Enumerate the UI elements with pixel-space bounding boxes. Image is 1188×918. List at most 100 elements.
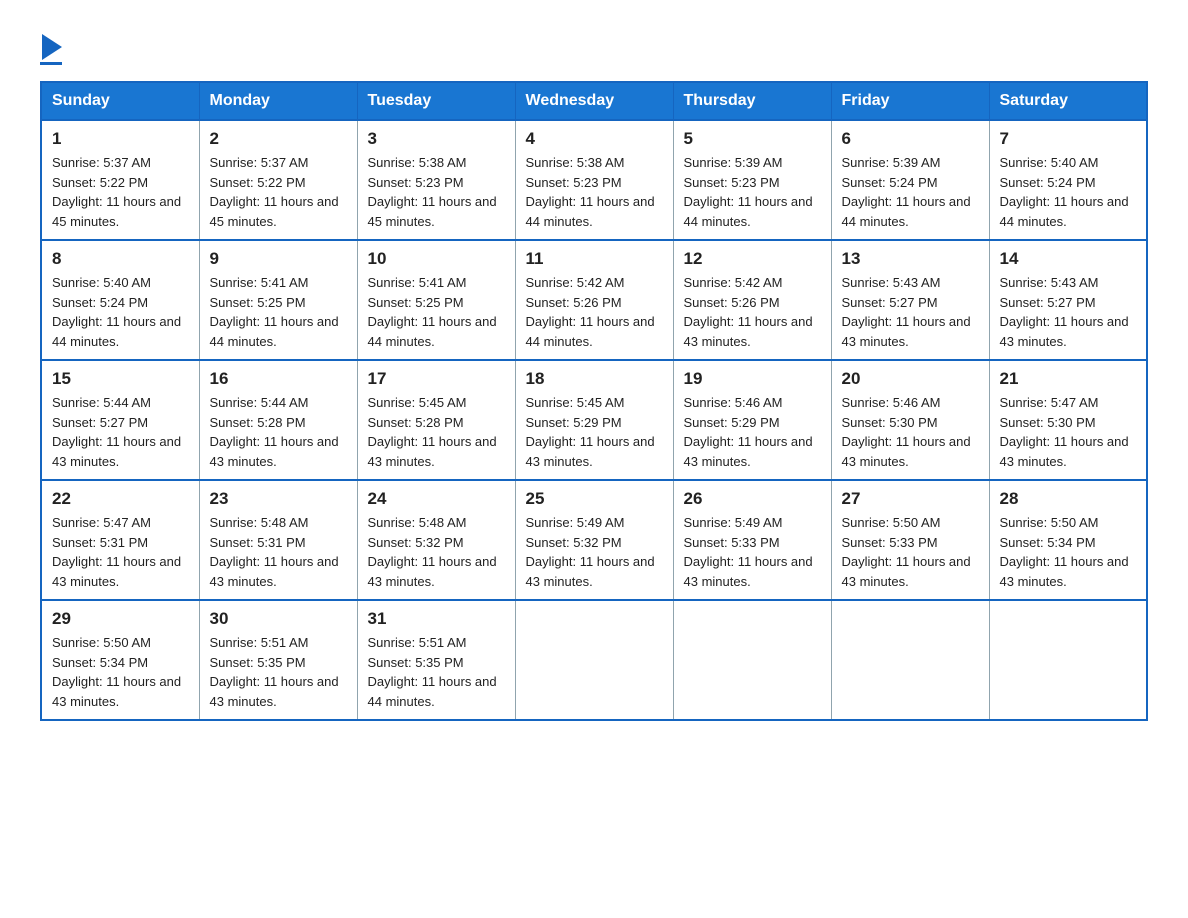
day-number: 20: [842, 369, 979, 389]
day-info: Sunrise: 5:48 AMSunset: 5:32 PMDaylight:…: [368, 513, 505, 591]
day-info: Sunrise: 5:47 AMSunset: 5:30 PMDaylight:…: [1000, 393, 1137, 471]
calendar-cell: 23 Sunrise: 5:48 AMSunset: 5:31 PMDaylig…: [199, 480, 357, 600]
calendar-cell: 24 Sunrise: 5:48 AMSunset: 5:32 PMDaylig…: [357, 480, 515, 600]
calendar-cell: 7 Sunrise: 5:40 AMSunset: 5:24 PMDayligh…: [989, 120, 1147, 240]
day-info: Sunrise: 5:42 AMSunset: 5:26 PMDaylight:…: [684, 273, 821, 351]
day-info: Sunrise: 5:45 AMSunset: 5:29 PMDaylight:…: [526, 393, 663, 471]
logo-arrow-icon: [42, 34, 62, 60]
calendar-cell: 3 Sunrise: 5:38 AMSunset: 5:23 PMDayligh…: [357, 120, 515, 240]
weekday-header-sunday: Sunday: [41, 82, 199, 120]
calendar-week-2: 8 Sunrise: 5:40 AMSunset: 5:24 PMDayligh…: [41, 240, 1147, 360]
calendar-cell: 12 Sunrise: 5:42 AMSunset: 5:26 PMDaylig…: [673, 240, 831, 360]
day-info: Sunrise: 5:50 AMSunset: 5:33 PMDaylight:…: [842, 513, 979, 591]
day-info: Sunrise: 5:49 AMSunset: 5:32 PMDaylight:…: [526, 513, 663, 591]
day-info: Sunrise: 5:43 AMSunset: 5:27 PMDaylight:…: [842, 273, 979, 351]
calendar-cell: 18 Sunrise: 5:45 AMSunset: 5:29 PMDaylig…: [515, 360, 673, 480]
calendar-cell: 14 Sunrise: 5:43 AMSunset: 5:27 PMDaylig…: [989, 240, 1147, 360]
day-number: 9: [210, 249, 347, 269]
day-number: 27: [842, 489, 979, 509]
calendar-cell: 21 Sunrise: 5:47 AMSunset: 5:30 PMDaylig…: [989, 360, 1147, 480]
logo: [40, 34, 62, 65]
calendar-week-4: 22 Sunrise: 5:47 AMSunset: 5:31 PMDaylig…: [41, 480, 1147, 600]
calendar-cell: 15 Sunrise: 5:44 AMSunset: 5:27 PMDaylig…: [41, 360, 199, 480]
calendar-cell: 29 Sunrise: 5:50 AMSunset: 5:34 PMDaylig…: [41, 600, 199, 720]
day-number: 3: [368, 129, 505, 149]
day-number: 16: [210, 369, 347, 389]
day-number: 31: [368, 609, 505, 629]
calendar-cell: 22 Sunrise: 5:47 AMSunset: 5:31 PMDaylig…: [41, 480, 199, 600]
calendar-cell: 5 Sunrise: 5:39 AMSunset: 5:23 PMDayligh…: [673, 120, 831, 240]
day-number: 18: [526, 369, 663, 389]
day-number: 15: [52, 369, 189, 389]
day-info: Sunrise: 5:44 AMSunset: 5:28 PMDaylight:…: [210, 393, 347, 471]
calendar-cell: 9 Sunrise: 5:41 AMSunset: 5:25 PMDayligh…: [199, 240, 357, 360]
calendar-cell: 26 Sunrise: 5:49 AMSunset: 5:33 PMDaylig…: [673, 480, 831, 600]
day-info: Sunrise: 5:45 AMSunset: 5:28 PMDaylight:…: [368, 393, 505, 471]
day-info: Sunrise: 5:50 AMSunset: 5:34 PMDaylight:…: [1000, 513, 1137, 591]
calendar-cell: 2 Sunrise: 5:37 AMSunset: 5:22 PMDayligh…: [199, 120, 357, 240]
day-info: Sunrise: 5:39 AMSunset: 5:23 PMDaylight:…: [684, 153, 821, 231]
day-info: Sunrise: 5:42 AMSunset: 5:26 PMDaylight:…: [526, 273, 663, 351]
calendar-cell: 13 Sunrise: 5:43 AMSunset: 5:27 PMDaylig…: [831, 240, 989, 360]
calendar-cell: 10 Sunrise: 5:41 AMSunset: 5:25 PMDaylig…: [357, 240, 515, 360]
day-number: 5: [684, 129, 821, 149]
day-info: Sunrise: 5:51 AMSunset: 5:35 PMDaylight:…: [210, 633, 347, 711]
weekday-header-saturday: Saturday: [989, 82, 1147, 120]
calendar-body: 1 Sunrise: 5:37 AMSunset: 5:22 PMDayligh…: [41, 120, 1147, 720]
day-info: Sunrise: 5:40 AMSunset: 5:24 PMDaylight:…: [1000, 153, 1137, 231]
day-info: Sunrise: 5:37 AMSunset: 5:22 PMDaylight:…: [210, 153, 347, 231]
day-info: Sunrise: 5:51 AMSunset: 5:35 PMDaylight:…: [368, 633, 505, 711]
day-number: 11: [526, 249, 663, 269]
day-info: Sunrise: 5:39 AMSunset: 5:24 PMDaylight:…: [842, 153, 979, 231]
calendar-cell: 20 Sunrise: 5:46 AMSunset: 5:30 PMDaylig…: [831, 360, 989, 480]
day-info: Sunrise: 5:37 AMSunset: 5:22 PMDaylight:…: [52, 153, 189, 231]
day-info: Sunrise: 5:49 AMSunset: 5:33 PMDaylight:…: [684, 513, 821, 591]
day-number: 14: [1000, 249, 1137, 269]
day-number: 8: [52, 249, 189, 269]
calendar-header: SundayMondayTuesdayWednesdayThursdayFrid…: [41, 82, 1147, 120]
day-number: 1: [52, 129, 189, 149]
calendar-week-5: 29 Sunrise: 5:50 AMSunset: 5:34 PMDaylig…: [41, 600, 1147, 720]
day-number: 7: [1000, 129, 1137, 149]
day-number: 12: [684, 249, 821, 269]
weekday-header-friday: Friday: [831, 82, 989, 120]
weekday-header-row: SundayMondayTuesdayWednesdayThursdayFrid…: [41, 82, 1147, 120]
page-header: [40, 30, 1148, 65]
day-number: 21: [1000, 369, 1137, 389]
day-number: 29: [52, 609, 189, 629]
day-number: 13: [842, 249, 979, 269]
day-info: Sunrise: 5:38 AMSunset: 5:23 PMDaylight:…: [526, 153, 663, 231]
day-info: Sunrise: 5:43 AMSunset: 5:27 PMDaylight:…: [1000, 273, 1137, 351]
day-number: 17: [368, 369, 505, 389]
logo-blue-part: [40, 34, 62, 60]
day-info: Sunrise: 5:44 AMSunset: 5:27 PMDaylight:…: [52, 393, 189, 471]
calendar-cell: 11 Sunrise: 5:42 AMSunset: 5:26 PMDaylig…: [515, 240, 673, 360]
calendar-cell: [989, 600, 1147, 720]
calendar-week-1: 1 Sunrise: 5:37 AMSunset: 5:22 PMDayligh…: [41, 120, 1147, 240]
day-info: Sunrise: 5:50 AMSunset: 5:34 PMDaylight:…: [52, 633, 189, 711]
calendar-week-3: 15 Sunrise: 5:44 AMSunset: 5:27 PMDaylig…: [41, 360, 1147, 480]
calendar-cell: 28 Sunrise: 5:50 AMSunset: 5:34 PMDaylig…: [989, 480, 1147, 600]
weekday-header-monday: Monday: [199, 82, 357, 120]
day-info: Sunrise: 5:46 AMSunset: 5:29 PMDaylight:…: [684, 393, 821, 471]
calendar-cell: 6 Sunrise: 5:39 AMSunset: 5:24 PMDayligh…: [831, 120, 989, 240]
calendar-cell: 17 Sunrise: 5:45 AMSunset: 5:28 PMDaylig…: [357, 360, 515, 480]
calendar-cell: 4 Sunrise: 5:38 AMSunset: 5:23 PMDayligh…: [515, 120, 673, 240]
calendar-cell: 31 Sunrise: 5:51 AMSunset: 5:35 PMDaylig…: [357, 600, 515, 720]
day-number: 4: [526, 129, 663, 149]
calendar-cell: 16 Sunrise: 5:44 AMSunset: 5:28 PMDaylig…: [199, 360, 357, 480]
day-number: 6: [842, 129, 979, 149]
day-number: 25: [526, 489, 663, 509]
weekday-header-thursday: Thursday: [673, 82, 831, 120]
calendar-cell: 30 Sunrise: 5:51 AMSunset: 5:35 PMDaylig…: [199, 600, 357, 720]
calendar-cell: 1 Sunrise: 5:37 AMSunset: 5:22 PMDayligh…: [41, 120, 199, 240]
calendar-cell: 19 Sunrise: 5:46 AMSunset: 5:29 PMDaylig…: [673, 360, 831, 480]
day-number: 22: [52, 489, 189, 509]
calendar-cell: 8 Sunrise: 5:40 AMSunset: 5:24 PMDayligh…: [41, 240, 199, 360]
day-number: 10: [368, 249, 505, 269]
day-info: Sunrise: 5:40 AMSunset: 5:24 PMDaylight:…: [52, 273, 189, 351]
day-info: Sunrise: 5:46 AMSunset: 5:30 PMDaylight:…: [842, 393, 979, 471]
day-number: 28: [1000, 489, 1137, 509]
day-number: 19: [684, 369, 821, 389]
day-info: Sunrise: 5:41 AMSunset: 5:25 PMDaylight:…: [210, 273, 347, 351]
